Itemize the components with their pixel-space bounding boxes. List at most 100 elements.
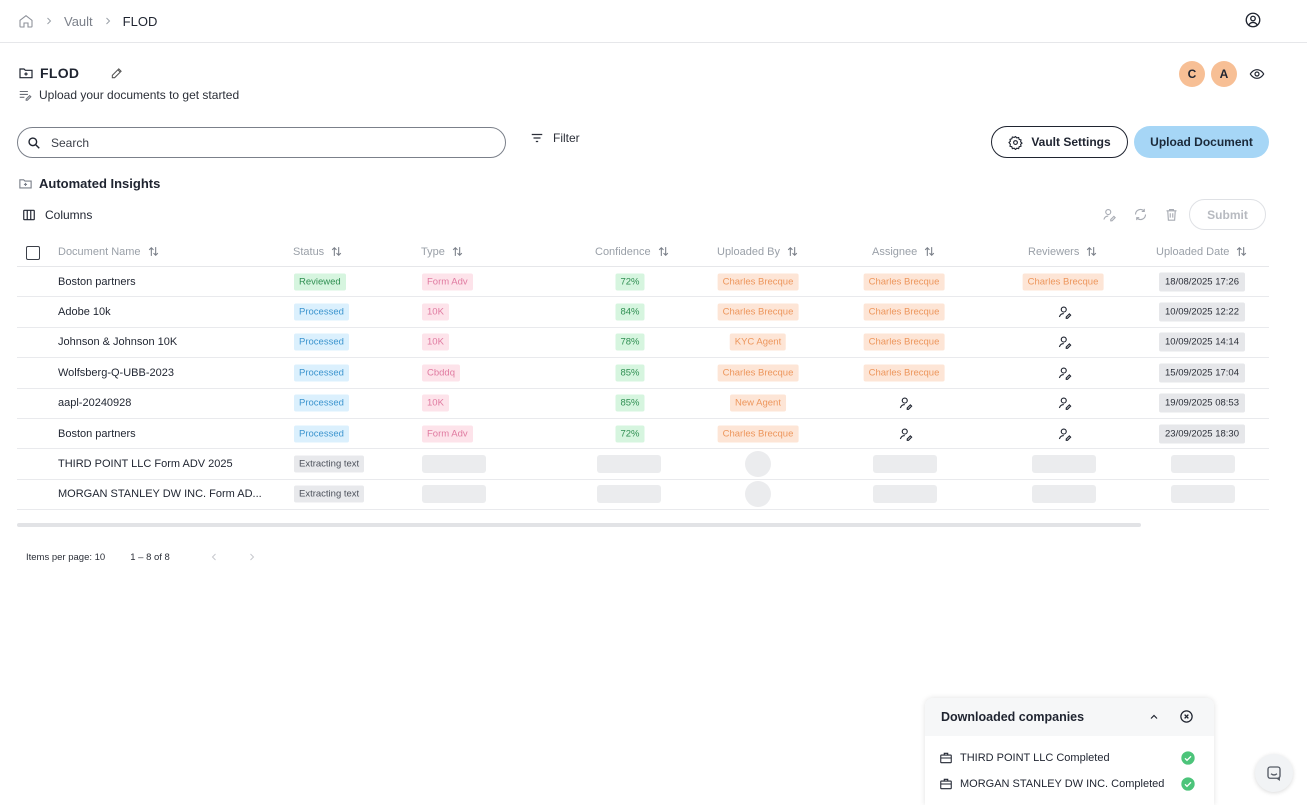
table-row[interactable]: Adobe 10k Processed 10K 84% Charles Brec…	[17, 297, 1269, 328]
chat-button[interactable]	[1255, 754, 1293, 792]
loading-placeholder	[873, 485, 937, 504]
table-row[interactable]: aapl-20240928 Processed 10K 85% New Agen…	[17, 389, 1269, 419]
close-circle-icon[interactable]	[1179, 709, 1194, 724]
table-row[interactable]: Johnson & Johnson 10K Processed 10K 78% …	[17, 328, 1269, 359]
assign-user-icon[interactable]	[1102, 207, 1117, 222]
upload-document-button[interactable]: Upload Document	[1134, 126, 1269, 158]
document-name[interactable]: MORGAN STANLEY DW INC. Form AD...	[58, 488, 262, 500]
uploaded-date: 10/09/2025 14:14	[1159, 332, 1245, 352]
header-uploaded-by[interactable]: Uploaded By	[717, 245, 799, 258]
table-row[interactable]: Boston partners Processed Form Adv 72% C…	[17, 419, 1269, 450]
sort-icon[interactable]	[1085, 245, 1098, 258]
briefcase-icon	[939, 751, 953, 765]
confidence-badge: 85%	[615, 394, 645, 412]
document-name[interactable]: THIRD POINT LLC Form ADV 2025	[58, 458, 233, 470]
table-row[interactable]: Wolfsberg-Q-UBB-2023 Processed Cbddq 85%…	[17, 358, 1269, 389]
uploaded-date: 15/09/2025 17:04	[1159, 363, 1245, 383]
document-name[interactable]: Boston partners	[58, 276, 136, 288]
table-row[interactable]: MORGAN STANLEY DW INC. Form AD... Extrac…	[17, 480, 1269, 511]
account-icon[interactable]	[1244, 11, 1262, 29]
header-uploaded-date[interactable]: Uploaded Date	[1156, 245, 1248, 258]
header-document-name[interactable]: Document Name	[58, 245, 160, 258]
sort-icon[interactable]	[1235, 245, 1248, 258]
assignee-chip[interactable]: Charles Brecque	[863, 333, 945, 351]
document-name[interactable]: Johnson & Johnson 10K	[58, 336, 177, 348]
sort-icon[interactable]	[923, 245, 936, 258]
filter-icon	[530, 131, 544, 145]
download-item-label: MORGAN STANLEY DW INC. Completed	[960, 778, 1165, 790]
assign-reviewer-icon[interactable]	[1058, 396, 1073, 411]
search-box	[17, 127, 506, 158]
loading-placeholder	[422, 485, 486, 504]
uploaded-date: 23/09/2025 18:30	[1159, 424, 1245, 444]
sort-icon[interactable]	[786, 245, 799, 258]
eye-icon[interactable]	[1249, 66, 1265, 82]
uploaded-date: 10/09/2025 12:22	[1159, 302, 1245, 322]
columns-button[interactable]: Columns	[22, 208, 92, 222]
assign-assignee-icon[interactable]	[899, 396, 914, 411]
assign-reviewer-icon[interactable]	[1058, 365, 1073, 380]
submit-button[interactable]: Submit	[1189, 199, 1266, 230]
refresh-icon[interactable]	[1133, 207, 1148, 222]
document-name[interactable]: Boston partners	[58, 428, 136, 440]
download-item: MORGAN STANLEY DW INC. Completed	[939, 777, 1199, 791]
chat-icon	[1265, 764, 1283, 782]
assignee-chip[interactable]: Charles Brecque	[863, 364, 945, 382]
status-badge: Extracting text	[294, 455, 365, 473]
search-input[interactable]	[51, 135, 471, 150]
chevron-up-icon[interactable]	[1148, 711, 1160, 723]
header-reviewers[interactable]: Reviewers	[1028, 245, 1098, 258]
reviewer-chip[interactable]: Charles Brecque	[1022, 273, 1104, 291]
trash-icon[interactable]	[1164, 207, 1179, 222]
type-badge: 10K	[422, 333, 449, 351]
chevron-left-icon[interactable]	[208, 551, 220, 563]
table-row[interactable]: THIRD POINT LLC Form ADV 2025 Extracting…	[17, 449, 1269, 480]
sort-icon[interactable]	[451, 245, 464, 258]
header-type[interactable]: Type	[421, 245, 464, 258]
columns-label: Columns	[45, 208, 93, 222]
assignee-chip[interactable]: Charles Brecque	[863, 273, 945, 291]
horizontal-scrollbar[interactable]	[17, 523, 1141, 527]
assign-reviewer-icon[interactable]	[1058, 426, 1073, 441]
uploaded-by-chip: KYC Agent	[729, 333, 787, 351]
document-name[interactable]: aapl-20240928	[58, 397, 131, 409]
sort-icon[interactable]	[330, 245, 343, 258]
page-range: 1 – 8 of 8	[130, 551, 170, 563]
loading-placeholder	[597, 485, 661, 504]
items-per-page[interactable]: Items per page: 10	[26, 552, 105, 563]
filter-button[interactable]: Filter	[530, 131, 580, 145]
pencil-icon[interactable]	[110, 66, 124, 80]
status-badge: Processed	[294, 425, 349, 443]
header-assignee[interactable]: Assignee	[872, 245, 936, 258]
confidence-badge: 78%	[615, 333, 645, 351]
sort-icon[interactable]	[147, 245, 160, 258]
assign-reviewer-icon[interactable]	[1058, 305, 1073, 320]
confidence-badge: 84%	[615, 303, 645, 321]
table-row[interactable]: Boston partners Reviewed Form Adv 72% Ch…	[17, 267, 1269, 298]
document-name[interactable]: Wolfsberg-Q-UBB-2023	[58, 367, 174, 379]
select-all-checkbox[interactable]	[26, 246, 40, 260]
assign-assignee-icon[interactable]	[899, 426, 914, 441]
document-name[interactable]: Adobe 10k	[58, 306, 111, 318]
page-title: FLOD	[40, 65, 80, 81]
home-icon[interactable]	[18, 13, 34, 29]
assignee-chip[interactable]: Charles Brecque	[863, 303, 945, 321]
filter-label: Filter	[553, 131, 580, 145]
status-badge: Processed	[294, 394, 349, 412]
avatar[interactable]: A	[1211, 61, 1237, 87]
vault-settings-button[interactable]: Vault Settings	[991, 126, 1128, 158]
loading-placeholder	[1032, 455, 1096, 474]
header-status[interactable]: Status	[293, 245, 343, 258]
loading-avatar-placeholder	[745, 481, 771, 508]
breadcrumb-vault[interactable]: Vault	[64, 14, 93, 29]
sort-icon[interactable]	[657, 245, 670, 258]
uploaded-by-chip: Charles Brecque	[717, 425, 799, 443]
assign-reviewer-icon[interactable]	[1058, 335, 1073, 350]
avatar[interactable]: C	[1179, 61, 1205, 87]
header-confidence[interactable]: Confidence	[595, 245, 670, 258]
type-badge: 10K	[422, 394, 449, 412]
automated-insights-folder[interactable]: Automated Insights	[18, 176, 160, 191]
chevron-right-icon[interactable]	[246, 551, 258, 563]
type-badge: 10K	[422, 303, 449, 321]
loading-avatar-placeholder	[745, 451, 771, 478]
